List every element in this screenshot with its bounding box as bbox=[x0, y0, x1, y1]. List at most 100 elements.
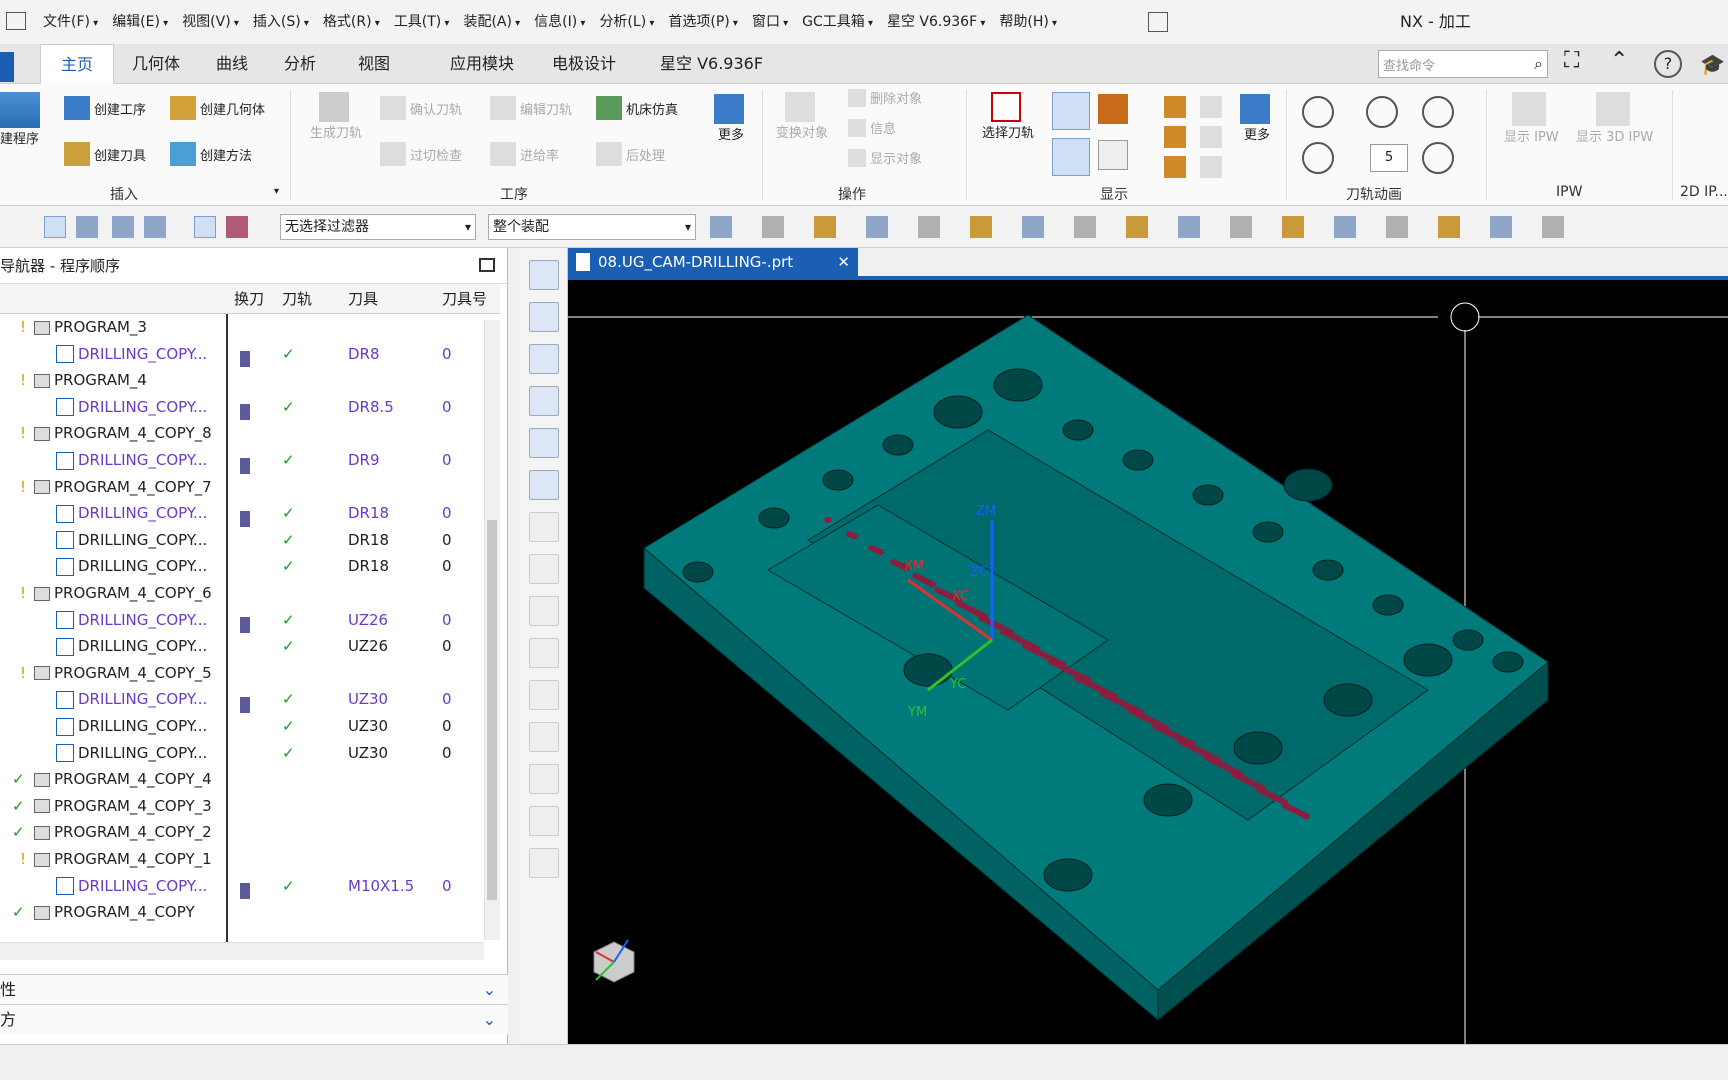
table-row[interactable]: DRILLING_COPY... ✓ M10X1.5 0 bbox=[0, 873, 486, 900]
menu-item-13[interactable]: 帮助(H) bbox=[992, 0, 1064, 44]
tab-1[interactable]: 几何体 bbox=[112, 44, 200, 84]
select-tool-icon[interactable] bbox=[194, 216, 216, 238]
machine-view-icon[interactable] bbox=[529, 302, 559, 332]
transform-object-button[interactable]: 变换对象 bbox=[776, 92, 828, 141]
select-path-button[interactable]: 选择刀轨 bbox=[982, 92, 1034, 141]
select-feature-icon[interactable] bbox=[44, 216, 66, 238]
create-geometry-button[interactable]: 创建几何体 bbox=[170, 96, 265, 120]
create-tool-icon[interactable] bbox=[529, 470, 559, 500]
hatch-display-icon[interactable] bbox=[1052, 92, 1090, 130]
tab-3[interactable]: 分析 bbox=[264, 44, 336, 84]
method-view-icon[interactable] bbox=[529, 386, 559, 416]
snap-icon[interactable] bbox=[710, 216, 732, 238]
file-tab-stub[interactable] bbox=[0, 52, 14, 82]
table-row[interactable]: ✓ PROGRAM_4_COPY_3 bbox=[0, 793, 486, 819]
table-row[interactable]: DRILLING_COPY... ✓ UZ30 0 bbox=[0, 740, 486, 766]
menu-item-9[interactable]: 首选项(P) bbox=[661, 0, 745, 44]
orient-icon[interactable] bbox=[1126, 216, 1148, 238]
tab-2[interactable]: 曲线 bbox=[196, 44, 268, 84]
maximize-icon[interactable] bbox=[479, 258, 495, 272]
save-icon[interactable] bbox=[1148, 12, 1168, 32]
section-icon[interactable] bbox=[1386, 216, 1408, 238]
select-icon[interactable] bbox=[866, 216, 888, 238]
show-object-button[interactable]: 显示对象 bbox=[848, 148, 922, 167]
confirm-path-button[interactable]: 确认刀轨 bbox=[380, 96, 462, 120]
verify-icon[interactable] bbox=[529, 764, 559, 794]
table-row[interactable]: ✓ PROGRAM_4_COPY bbox=[0, 899, 486, 925]
assembly-scope-combo[interactable]: 整个装配 bbox=[488, 214, 696, 240]
layer-icon[interactable] bbox=[1438, 216, 1460, 238]
gouge-check-button[interactable]: 过切检查 bbox=[380, 142, 462, 166]
up-arrow-icon[interactable] bbox=[1200, 96, 1222, 118]
expand-icon[interactable]: ▾ bbox=[274, 186, 279, 197]
show-3d-ipw-button[interactable]: 显示 3D IPW bbox=[1576, 92, 1653, 145]
tab-4[interactable]: 视图 bbox=[338, 44, 410, 84]
table-row[interactable]: DRILLING_COPY... ✓ DR18 0 bbox=[0, 527, 486, 553]
tab-7[interactable]: 星空 V6.936F bbox=[640, 44, 783, 84]
machine-sim-button[interactable]: 机床仿真 bbox=[596, 96, 678, 120]
table-row[interactable]: DRILLING_COPY... ✓ DR8 0 bbox=[0, 341, 486, 368]
chevron-down-icon[interactable]: ⌄ bbox=[483, 975, 496, 1005]
table-row[interactable]: DRILLING_COPY... ✓ UZ30 0 bbox=[0, 713, 486, 739]
create-tool-button[interactable]: 创建刀具 bbox=[64, 142, 146, 166]
menu-item-6[interactable]: 装配(A) bbox=[456, 0, 527, 44]
search-input[interactable]: 查找命令 bbox=[1383, 55, 1435, 74]
table-row[interactable]: DRILLING_COPY... ✓ DR18 0 bbox=[0, 500, 486, 527]
table-row[interactable]: DRILLING_COPY... ✓ DR9 0 bbox=[0, 447, 486, 474]
edit-path-button[interactable]: 编辑刀轨 bbox=[490, 96, 572, 120]
tool-display-icon[interactable] bbox=[1098, 94, 1128, 124]
search-icon[interactable]: ⌕ bbox=[1534, 54, 1543, 74]
table-row[interactable]: ! PROGRAM_4_COPY_5 bbox=[0, 660, 486, 686]
document-tab[interactable]: 08.UG_CAM-DRILLING-.prt ✕ bbox=[568, 248, 858, 276]
chevron-down-icon[interactable]: ⌄ bbox=[483, 1005, 496, 1035]
delete-object-button[interactable]: 删除对象 bbox=[848, 88, 922, 107]
diagonal-icon[interactable] bbox=[1164, 156, 1186, 178]
col-tool[interactable]: 刀具 bbox=[348, 284, 378, 314]
line-icon[interactable] bbox=[1164, 126, 1186, 148]
view-icon[interactable] bbox=[1178, 216, 1200, 238]
horizontal-scrollbar[interactable] bbox=[0, 942, 484, 960]
table-row[interactable]: ! PROGRAM_4_COPY_6 bbox=[0, 580, 486, 606]
table-row[interactable]: ✓ PROGRAM_4_COPY_2 bbox=[0, 819, 486, 845]
mortarboard-icon[interactable]: 🎓 bbox=[1700, 52, 1725, 76]
table-row[interactable]: DRILLING_COPY... ✓ DR18 0 bbox=[0, 553, 486, 579]
report-icon[interactable] bbox=[1098, 140, 1128, 170]
shop-doc-icon[interactable] bbox=[529, 722, 559, 752]
menu-item-3[interactable]: 插入(S) bbox=[246, 0, 316, 44]
select-path-icon[interactable] bbox=[226, 216, 248, 238]
table-row[interactable]: DRILLING_COPY... ✓ UZ26 0 bbox=[0, 607, 486, 634]
col-toolnum[interactable]: 刀具号 bbox=[442, 284, 487, 314]
new-file-icon[interactable] bbox=[6, 12, 26, 30]
menu-item-0[interactable]: 文件(F) bbox=[36, 0, 105, 44]
model-view[interactable]: ZM ZC XM XC YM YC bbox=[568, 280, 1728, 1044]
rewind-icon[interactable] bbox=[1302, 142, 1334, 174]
pan-icon[interactable] bbox=[970, 216, 992, 238]
tab-0[interactable]: 主页 bbox=[40, 44, 115, 84]
close-icon[interactable]: ✕ bbox=[837, 248, 850, 276]
stack-icon[interactable] bbox=[1200, 126, 1222, 148]
menu-item-7[interactable]: 信息(I) bbox=[527, 0, 592, 44]
col-toolchange[interactable]: 换刀 bbox=[234, 284, 264, 314]
menu-item-4[interactable]: 格式(R) bbox=[316, 0, 387, 44]
table-row[interactable]: ! PROGRAM_4_COPY_1 bbox=[0, 846, 486, 872]
create-op-icon[interactable] bbox=[529, 428, 559, 458]
shade-icon[interactable] bbox=[1230, 216, 1252, 238]
pause-icon[interactable] bbox=[1366, 96, 1398, 128]
operation-more-button[interactable]: 更多 bbox=[714, 94, 748, 143]
create-program-button[interactable]: 建程序 bbox=[0, 92, 44, 147]
properties-panel[interactable]: 性 ⌄ bbox=[0, 974, 508, 1004]
fast-forward-icon[interactable] bbox=[1422, 142, 1454, 174]
create-method-button[interactable]: 创建方法 bbox=[170, 142, 252, 166]
display-more-button[interactable]: 更多 bbox=[1240, 94, 1274, 143]
table-row[interactable]: ! PROGRAM_4_COPY_8 bbox=[0, 420, 486, 446]
tab-5[interactable]: 应用模块 bbox=[430, 44, 534, 84]
edit-path-icon[interactable] bbox=[529, 554, 559, 584]
down-arrow-icon[interactable] bbox=[1200, 156, 1222, 178]
tab-6[interactable]: 电极设计 bbox=[532, 44, 636, 84]
show-ipw-button[interactable]: 显示 IPW bbox=[1504, 92, 1559, 145]
play-icon[interactable] bbox=[1422, 96, 1454, 128]
help-icon[interactable]: ? bbox=[1654, 50, 1682, 78]
table-row[interactable]: DRILLING_COPY... ✓ UZ30 0 bbox=[0, 686, 486, 713]
command-search[interactable]: 查找命令 ⌕ bbox=[1378, 50, 1548, 78]
rotate-icon[interactable] bbox=[1022, 216, 1044, 238]
